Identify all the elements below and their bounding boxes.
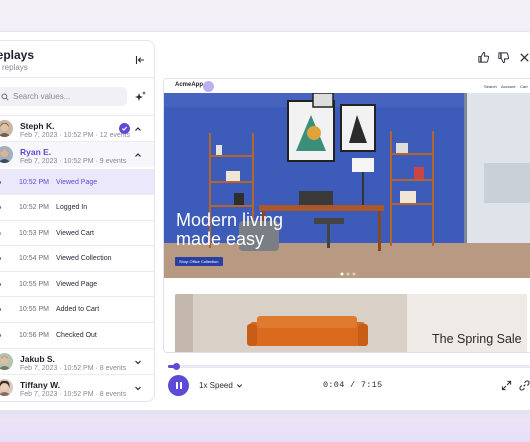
link-icon[interactable] — [519, 380, 530, 391]
event-dot — [0, 334, 1, 337]
spring-sale-banner[interactable]: The Spring Sale — [175, 294, 527, 352]
event-name: Viewed Collection — [56, 255, 112, 262]
close-icon[interactable] — [518, 51, 530, 64]
total-time: 7:15 — [360, 380, 383, 390]
sidebar-title: Replays — [0, 48, 35, 62]
site-logo: AcmeApp — [175, 82, 204, 88]
user-name: Steph K. — [20, 121, 55, 131]
event-name: Checked Out — [56, 332, 97, 339]
event-name: Viewed Cart — [56, 230, 95, 237]
user-name: Ryan E. — [20, 147, 52, 157]
event-time: 10:52 PM — [19, 204, 49, 211]
chevron-down-icon — [236, 384, 242, 388]
site-navbar: AcmeApp Search Account Cart — [164, 79, 530, 93]
event-name: Added to Cart — [56, 306, 100, 313]
nav-link-account: Account — [501, 84, 516, 89]
checkmark-icon — [121, 126, 128, 131]
sparkle-icon — [135, 91, 146, 101]
search-icon — [1, 92, 9, 101]
hero-title-line-1: Modern living — [176, 210, 284, 230]
user-meta: Feb 7, 2023 · 10:52 PM · 8 events — [20, 391, 127, 398]
pause-button[interactable] — [168, 375, 189, 396]
user-row-steph[interactable]: Steph K. Feb 7, 2023 · 10:52 PM · 12 eve… — [0, 115, 154, 141]
event-time: 10:55 PM — [19, 281, 49, 288]
chevron-up-icon[interactable] — [134, 125, 142, 133]
time-readout: 0:04 / 7:15 — [323, 380, 382, 390]
user-row-tiffany[interactable]: Tiffany W. Feb 7, 2023 · 10:52 PM · 8 ev… — [0, 374, 154, 400]
playback-speed-select[interactable]: 1x Speed — [199, 381, 243, 390]
avatar — [0, 146, 13, 163]
progress-handle[interactable] — [173, 363, 180, 370]
selected-check-badge — [119, 123, 130, 134]
hero-room-image — [164, 93, 530, 278]
search-box[interactable] — [0, 87, 127, 106]
event-row[interactable]: 10:56 PM Checked Out — [0, 322, 154, 347]
user-meta: Feb 7, 2023 · 10:52 PM · 8 events — [20, 365, 127, 372]
event-time: 10:54 PM — [19, 255, 49, 262]
user-name: Jakub S. — [20, 354, 55, 364]
current-time: 0:04 — [323, 380, 345, 390]
replay-cursor — [203, 81, 214, 92]
sidebar-subtitle: replays — [2, 63, 28, 72]
event-time: 10:53 PM — [19, 230, 49, 237]
thumbs-up-icon[interactable] — [477, 51, 490, 64]
event-row[interactable]: 10:55 PM Viewed Page — [0, 271, 154, 296]
expand-icon[interactable] — [501, 380, 512, 391]
user-name: Tiffany W. — [20, 380, 60, 390]
carousel-dots[interactable] — [340, 272, 362, 276]
thumbs-down-icon[interactable] — [497, 51, 510, 64]
collapse-left-icon — [135, 56, 144, 64]
sidebar-divider — [0, 77, 154, 78]
ai-sparkle-button[interactable] — [133, 90, 147, 104]
event-dot — [0, 257, 1, 260]
chevron-up-icon[interactable] — [134, 151, 142, 159]
speed-label: 1x Speed — [199, 381, 233, 390]
user-row-ryan[interactable]: Ryan E. Feb 7, 2023 · 10:52 PM · 9 event… — [0, 141, 154, 167]
user-meta: Feb 7, 2023 · 10:52 PM · 12 events — [20, 132, 131, 139]
event-dot — [0, 206, 1, 209]
event-name: Viewed Page — [56, 179, 98, 186]
event-time: 10:55 PM — [19, 306, 49, 313]
avatar — [0, 353, 13, 370]
progress-track[interactable] — [168, 365, 530, 368]
event-dot — [0, 181, 1, 184]
event-dot — [0, 308, 1, 311]
nav-link-cart: Cart — [520, 84, 528, 89]
hero-title-line-2: made easy — [176, 229, 265, 249]
avatar — [0, 379, 13, 396]
pause-icon — [175, 382, 182, 389]
event-dot — [0, 232, 1, 235]
user-meta: Feb 7, 2023 · 10:52 PM · 9 events — [20, 158, 127, 165]
event-dot — [0, 283, 1, 286]
search-input[interactable] — [13, 92, 123, 101]
avatar — [0, 120, 13, 137]
time-separator: / — [350, 380, 356, 390]
event-time: 10:56 PM — [19, 332, 49, 339]
chevron-down-icon[interactable] — [134, 358, 142, 366]
event-row[interactable]: 10:52 PM Logged In — [0, 194, 154, 219]
event-name: Logged In — [56, 204, 88, 211]
event-row[interactable]: 10:55 PM Added to Cart — [0, 296, 154, 321]
hero-title: Modern living made easy — [176, 211, 316, 249]
chevron-down-icon[interactable] — [134, 384, 142, 392]
hero-banner: Modern living made easy Shop Office Coll… — [164, 93, 530, 278]
event-row[interactable]: 10:52 PM Viewed Page — [0, 169, 154, 194]
event-row[interactable]: 10:53 PM Viewed Cart — [0, 220, 154, 245]
replays-sidebar: Replays replays Steph K. Feb 7, 2023 · 1… — [0, 40, 155, 402]
shop-collection-button[interactable]: Shop Office Collection — [175, 257, 223, 266]
event-time: 10:52 PM — [19, 179, 49, 186]
user-row-jakub[interactable]: Jakub S. Feb 7, 2023 · 10:52 PM · 8 even… — [0, 348, 154, 374]
session-replay-viewport[interactable]: AcmeApp Search Account Cart Modern livin… — [163, 78, 530, 353]
collapse-sidebar-button[interactable] — [133, 53, 147, 67]
nav-link-search: Search — [484, 84, 497, 89]
event-row[interactable]: 10:54 PM Viewed Collection — [0, 245, 154, 270]
event-name: Viewed Page — [56, 281, 98, 288]
promo-title: The Spring Sale — [432, 332, 522, 346]
